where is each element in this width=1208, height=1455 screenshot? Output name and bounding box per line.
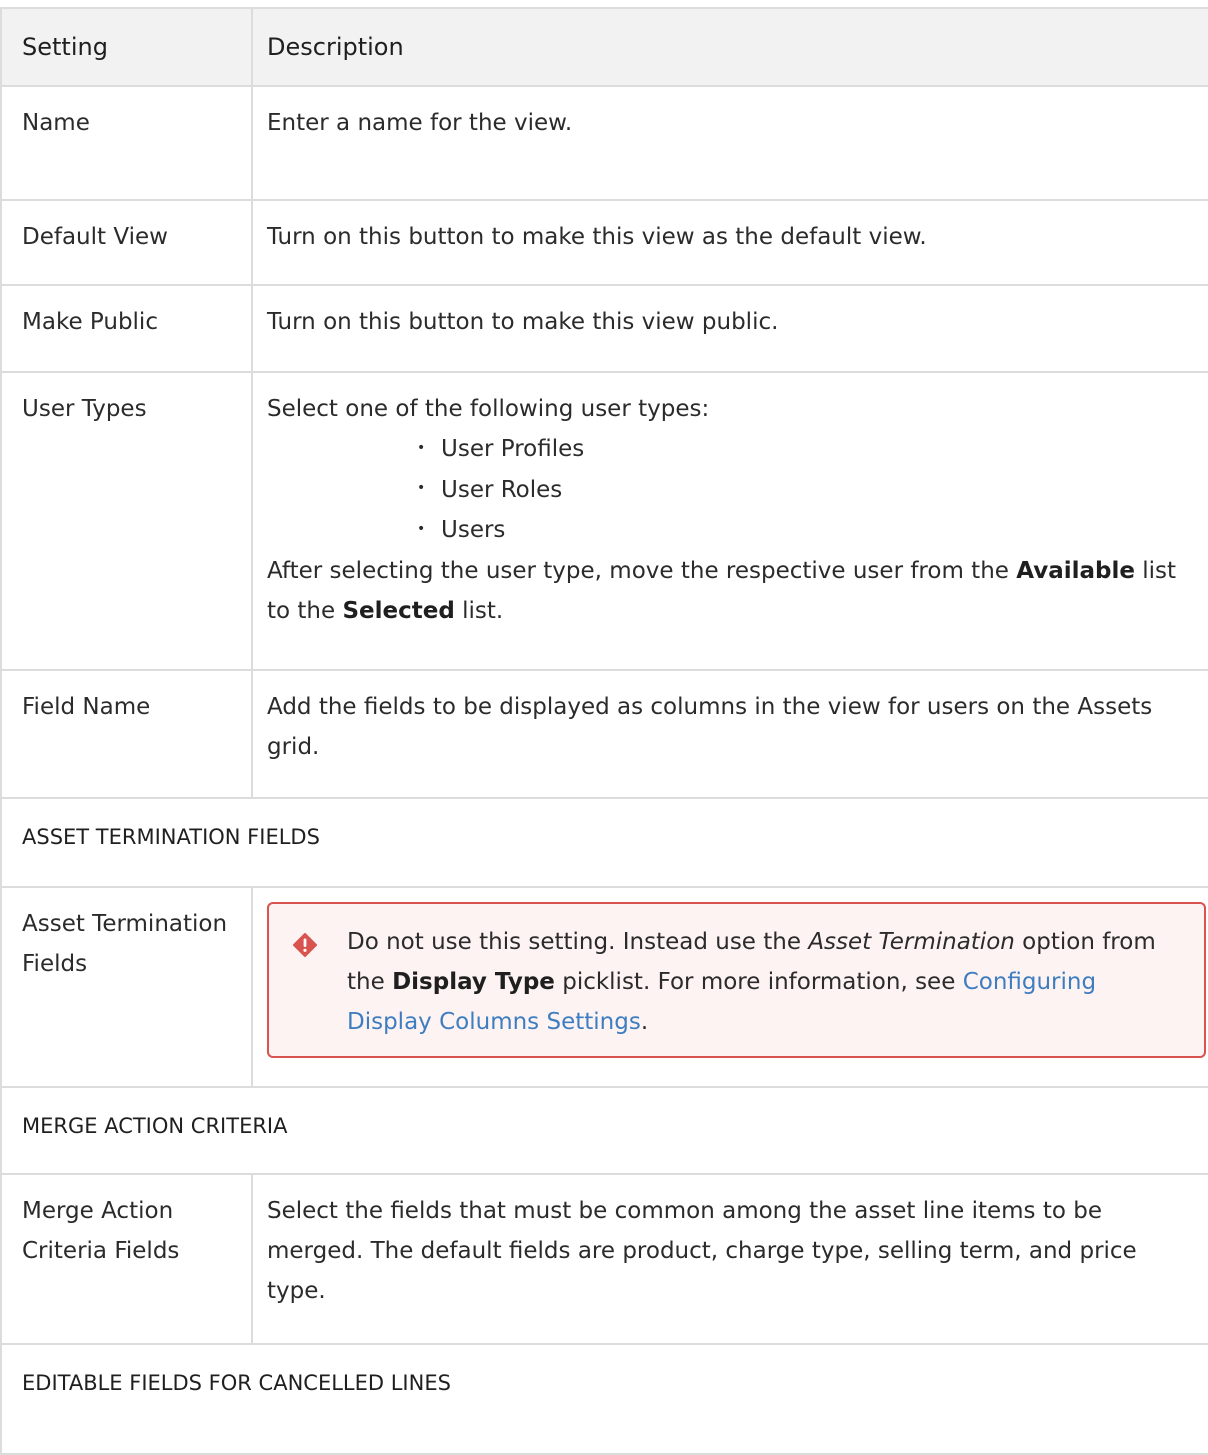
table-row: Default View Turn on this button to make… [0,199,1208,286]
selected-list-label: Selected [342,597,455,624]
settings-table: Setting Description Name Enter a name fo… [0,7,1208,1455]
warning-diamond-icon [293,930,321,970]
warning-text-1: Do not use this setting. Instead use the [347,929,809,955]
section-asset-termination: ASSET TERMINATION FIELDS [0,797,1208,888]
section-editable-cancelled: EDITABLE FIELDS FOR CANCELLED LINES [0,1343,1208,1455]
table-header-row: Setting Description [0,7,1208,87]
warning-text-4: . [640,1009,649,1035]
user-types-instructions: After selecting the user type, move the … [267,551,1202,631]
setting-merge-action-criteria-fields: Merge Action Criteria Fields [0,1173,253,1345]
asset-termination-option: Asset Termination [808,929,1015,955]
header-description: Description [251,7,1208,87]
table-row: User Types Select one of the following u… [0,371,1208,671]
section-row: MERGE ACTION CRITERIA [0,1086,1208,1175]
setting-make-public: Make Public [0,284,253,373]
warning-text: Do not use this setting. Instead use the… [347,922,1184,1042]
description-asset-termination-fields: Do not use this setting. Instead use the… [251,886,1208,1088]
list-item: User Profiles [417,429,1202,470]
table-row: Make Public Turn on this button to make … [0,284,1208,373]
table-row: Asset Termination Fields Do not use this… [0,886,1208,1088]
section-row: ASSET TERMINATION FIELDS [0,797,1208,888]
description-merge-action-criteria-fields: Select the fields that must be common am… [251,1173,1208,1345]
warning-callout: Do not use this setting. Instead use the… [267,902,1206,1058]
setting-user-types: User Types [0,371,253,671]
description-field-name: Add the fields to be displayed as column… [251,669,1208,799]
description-default-view: Turn on this button to make this view as… [251,199,1208,286]
user-types-list: User Profiles User Roles Users [267,429,1202,551]
setting-default-view: Default View [0,199,253,286]
warning-text-3: picklist. For more information, see [554,969,963,995]
setting-name: Name [0,85,253,201]
table-row: Merge Action Criteria Fields Select the … [0,1173,1208,1345]
user-types-intro: Select one of the following user types: [267,396,710,422]
setting-field-name: Field Name [0,669,253,799]
display-type-label: Display Type [392,969,555,995]
table-row: Field Name Add the fields to be displaye… [0,669,1208,799]
instructions-text-3: list. [454,597,504,624]
description-user-types: Select one of the following user types: … [251,371,1208,671]
setting-asset-termination-fields: Asset Termination Fields [0,886,253,1088]
section-row: EDITABLE FIELDS FOR CANCELLED LINES [0,1343,1208,1455]
table-row: Name Enter a name for the view. [0,85,1208,201]
list-item: Users [417,510,1202,551]
list-item: User Roles [417,470,1202,511]
instructions-text-1: After selecting the user type, move the … [267,557,1017,584]
description-make-public: Turn on this button to make this view pu… [251,284,1208,373]
available-list-label: Available [1016,557,1135,584]
section-merge-action: MERGE ACTION CRITERIA [0,1086,1208,1175]
header-setting: Setting [0,7,253,87]
description-name: Enter a name for the view. [251,85,1208,201]
